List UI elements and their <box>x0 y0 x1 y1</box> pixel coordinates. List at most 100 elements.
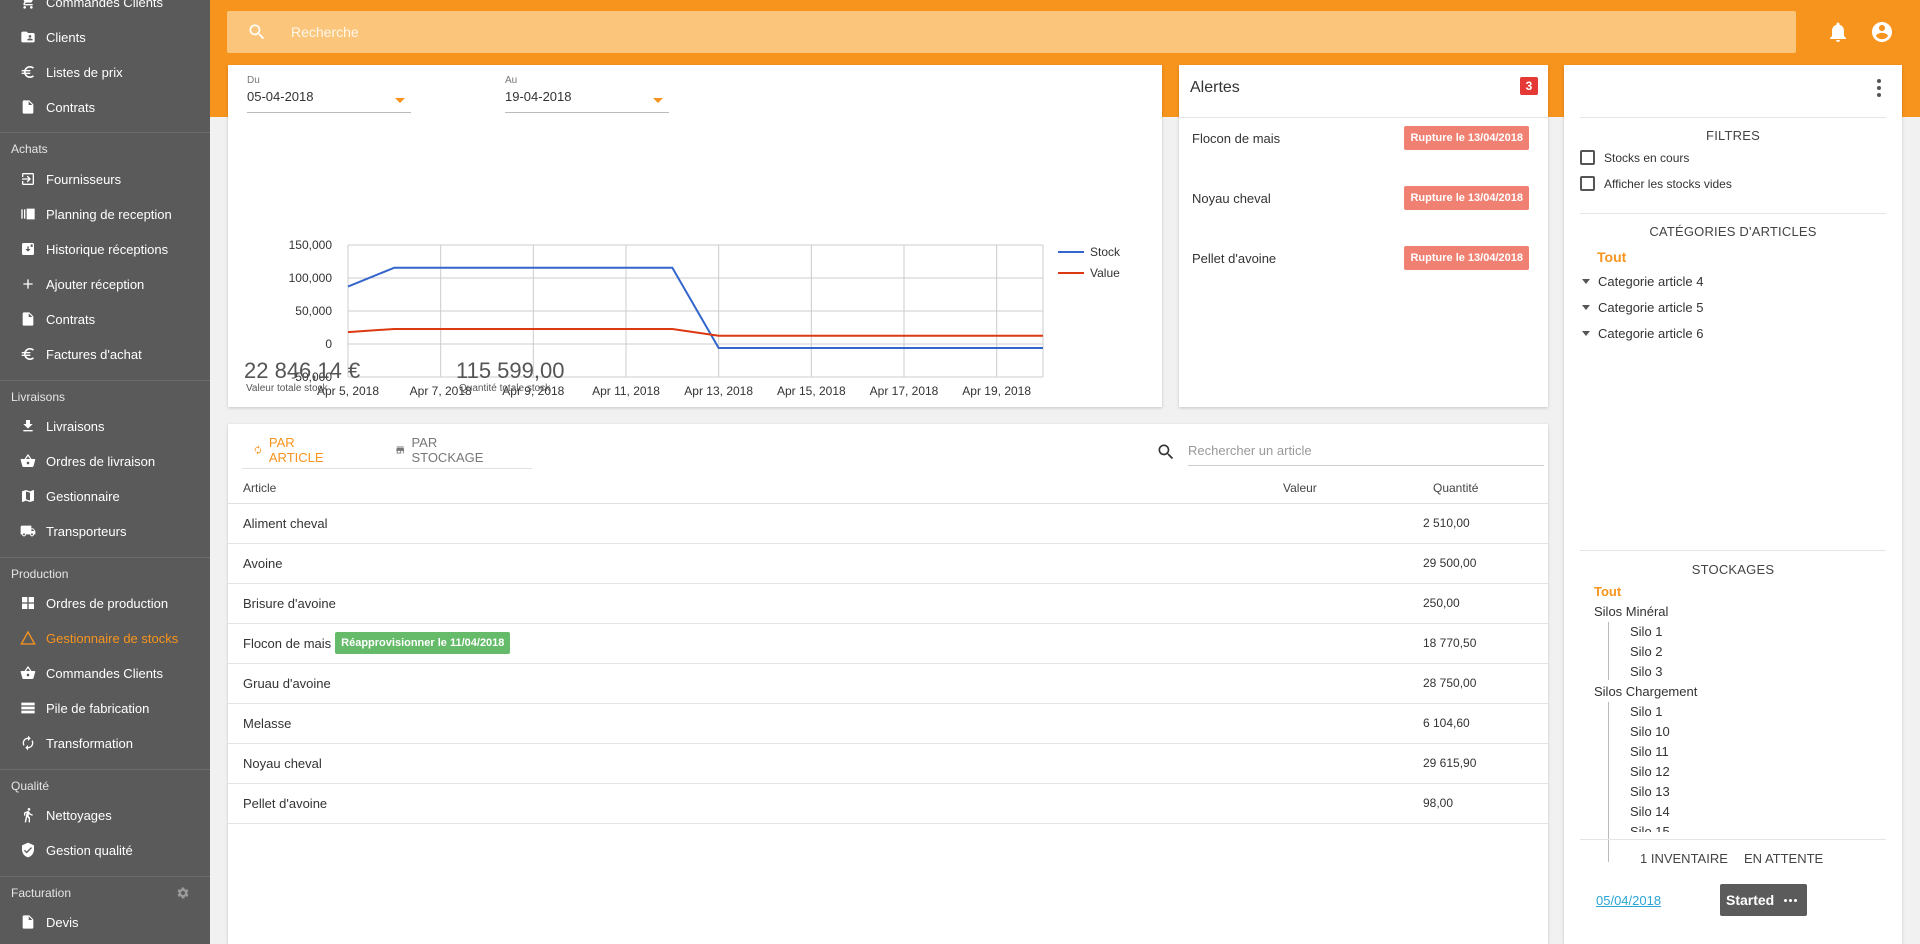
category-item[interactable]: Categorie article 4 <box>1580 274 1704 289</box>
storage-silo[interactable]: Silo 2 <box>1630 644 1663 659</box>
storage-silo[interactable]: Silo 3 <box>1630 664 1663 679</box>
storage-silo[interactable]: Silo 12 <box>1630 764 1670 779</box>
cell-quantite: 29 500,00 <box>1423 556 1477 570</box>
alert-rupture-badge: Rupture le 13/04/2018 <box>1404 186 1529 210</box>
filter-stocks-vides[interactable]: Afficher les stocks vides <box>1580 176 1732 191</box>
column-header-valeur[interactable]: Valeur <box>1283 481 1317 495</box>
inventory-status: EN ATTENTE <box>1744 851 1824 866</box>
alert-item[interactable]: Flocon de mais Rupture le 13/04/2018 <box>1179 123 1548 153</box>
sidebar-item-livraisons[interactable]: Livraisons <box>0 410 210 442</box>
search-input[interactable] <box>291 24 1691 40</box>
table-row[interactable]: Noyau cheval 29 615,90 <box>228 744 1548 784</box>
filter-label: Afficher les stocks vides <box>1604 176 1732 191</box>
bell-icon[interactable] <box>1826 20 1850 44</box>
sidebar-item-transformation[interactable]: Transformation <box>0 727 210 759</box>
category-item[interactable]: Categorie article 6 <box>1580 326 1704 341</box>
table-row[interactable]: Gruau d'avoine 28 750,00 <box>228 664 1548 704</box>
sidebar-item-label: Gestion qualité <box>46 842 133 858</box>
sidebar-item-listes-de-prix[interactable]: Listes de prix <box>0 56 210 88</box>
sidebar-item-commandes-clients[interactable]: Commandes Clients <box>0 657 210 689</box>
panel-divider <box>1580 550 1886 551</box>
table-row[interactable]: Melasse 6 104,60 <box>228 704 1548 744</box>
caret-down-icon <box>1582 279 1590 284</box>
sidebar-item-transporteurs[interactable]: Transporteurs <box>0 515 210 547</box>
tab-par-stockage[interactable]: PAR STOCKAGE <box>395 435 487 465</box>
euro-icon <box>20 346 36 362</box>
cell-quantite: 6 104,60 <box>1423 716 1470 730</box>
legend-label: Value <box>1090 266 1120 280</box>
storage-silo[interactable]: Silo 13 <box>1630 784 1670 799</box>
sidebar-item-gestionnaire-de-stocks[interactable]: Gestionnaire de stocks <box>0 622 210 654</box>
gear-icon[interactable] <box>176 886 190 900</box>
login-arrow-icon <box>20 171 36 187</box>
sidebar-item-factures-d-achat[interactable]: Factures d'achat <box>0 338 210 370</box>
storage-silo[interactable]: Silo 11 <box>1630 744 1669 759</box>
factory-icon <box>20 595 36 611</box>
sidebar-item-ordres-de-livraison[interactable]: Ordres de livraison <box>0 445 210 477</box>
sidebar-item-devis[interactable]: Devis <box>0 906 210 938</box>
tab-par-article[interactable]: PAR ARTICLE <box>253 435 328 465</box>
sidebar-item-fournisseurs[interactable]: Fournisseurs <box>0 163 210 195</box>
cell-article: Avoine <box>243 556 283 571</box>
category-all[interactable]: Tout <box>1597 249 1626 265</box>
sidebar-section-qualite: Qualité <box>11 779 50 793</box>
storage-group-mineral[interactable]: Silos Minéral <box>1594 604 1668 619</box>
sidebar-item-ajouter-reception[interactable]: Ajouter réception <box>0 268 210 300</box>
storage-silo[interactable]: Silo 1 <box>1630 704 1663 719</box>
storage-silo[interactable]: Silo 1 <box>1630 624 1663 639</box>
search-icon[interactable] <box>1156 442 1176 462</box>
person-cleaning-icon <box>20 807 36 823</box>
sidebar-item-contrats[interactable]: Contrats <box>0 91 210 123</box>
global-search[interactable] <box>227 11 1796 53</box>
sidebar-item-nettoyages[interactable]: Nettoyages <box>0 799 210 831</box>
shield-check-icon <box>20 842 36 858</box>
sidebar-item-label: Devis <box>46 914 79 930</box>
storage-silo[interactable]: Silo 10 <box>1630 724 1670 739</box>
sidebar-item-gestionnaire[interactable]: Gestionnaire <box>0 480 210 512</box>
tree-line <box>1608 702 1609 862</box>
alert-item[interactable]: Noyau cheval Rupture le 13/04/2018 <box>1179 183 1548 213</box>
panel-divider <box>1580 839 1886 840</box>
storage-group-chargement[interactable]: Silos Chargement <box>1594 684 1697 699</box>
inventory-date-link[interactable]: 05/04/2018 <box>1596 893 1661 908</box>
total-value: 22 846,14 € <box>244 358 361 383</box>
euro-icon <box>20 64 36 80</box>
sidebar-item-commandes-clients-top[interactable]: Commandes Clients <box>0 0 210 18</box>
storage-silo[interactable]: Silo 14 <box>1630 804 1670 819</box>
storage-all[interactable]: Tout <box>1594 584 1621 599</box>
filter-stocks-en-cours[interactable]: Stocks en cours <box>1580 150 1689 165</box>
sidebar-item-historique-receptions[interactable]: Historique réceptions <box>0 233 210 265</box>
article-search-input[interactable] <box>1188 436 1544 466</box>
sidebar-item-label: Factures d'achat <box>46 346 142 362</box>
line-chart: 150,000100,00050,0000-50,000Apr 5, 2018 A… <box>289 238 1121 398</box>
sidebar-item-planning-de-reception[interactable]: Planning de reception <box>0 198 210 230</box>
table-row[interactable]: Brisure d'avoine 250,00 <box>228 584 1548 624</box>
column-header-article[interactable]: Article <box>243 481 276 495</box>
sidebar-item-label: Planning de reception <box>46 206 172 222</box>
category-label: Categorie article 4 <box>1598 274 1704 289</box>
sidebar-item-gestion-qualite[interactable]: Gestion qualité <box>0 834 210 866</box>
table-row[interactable]: Flocon de mais Réapprovisionner le 11/04… <box>228 624 1548 664</box>
account-circle-icon[interactable] <box>1870 20 1894 44</box>
sidebar-section-achats: Achats <box>11 142 48 156</box>
x-tick-label: Apr 17, 2018 <box>870 384 939 398</box>
table-row[interactable]: Aliment cheval 2 510,00 <box>228 504 1548 544</box>
alert-item[interactable]: Pellet d'avoine Rupture le 13/04/2018 <box>1179 243 1548 273</box>
alerts-title: Alertes <box>1190 79 1240 96</box>
sidebar-item-contrats-achats[interactable]: Contrats <box>0 303 210 335</box>
sidebar-item-ordres-de-production[interactable]: Ordres de production <box>0 587 210 619</box>
sidebar-item-label: Livraisons <box>46 418 105 434</box>
column-header-quantite[interactable]: Quantité <box>1433 481 1478 495</box>
table-row[interactable]: Pellet d'avoine 98,00 <box>228 784 1548 824</box>
sidebar-item-pile-de-fabrication[interactable]: Pile de fabrication <box>0 692 210 724</box>
date-from-field[interactable]: Du 05-04-2018 <box>247 75 411 113</box>
storage-silo[interactable]: Silo 15 <box>1630 824 1670 832</box>
date-to-field[interactable]: Au 19-04-2018 <box>505 75 669 113</box>
table-row[interactable]: Avoine 29 500,00 <box>228 544 1548 584</box>
more-vert-icon[interactable] <box>1876 79 1882 97</box>
inventory-started-button[interactable]: Started <box>1720 884 1807 916</box>
sidebar-item-clients[interactable]: Clients <box>0 21 210 53</box>
sidebar-item-label: Clients <box>46 29 86 45</box>
checkbox-icon <box>1580 176 1595 191</box>
category-item[interactable]: Categorie article 5 <box>1580 300 1704 315</box>
